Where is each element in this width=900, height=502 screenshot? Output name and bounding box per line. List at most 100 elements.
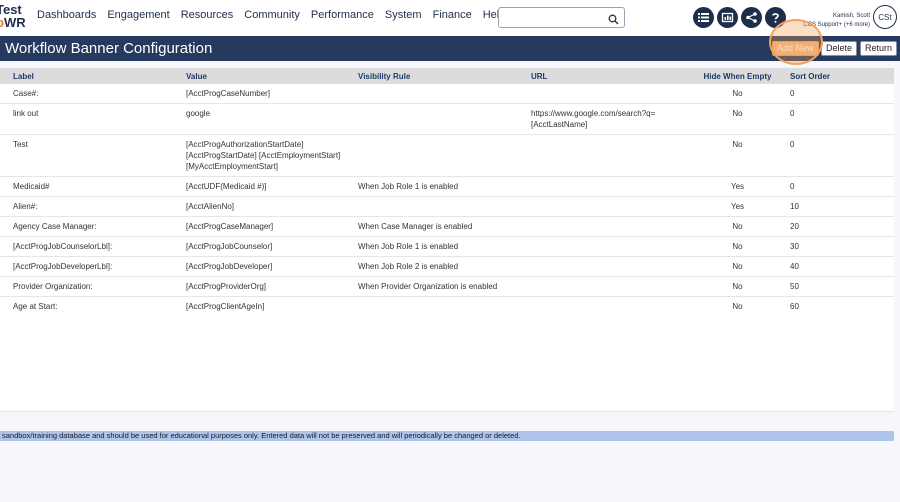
column-header-value[interactable]: Value: [173, 68, 345, 84]
table-row[interactable]: Provider Organization: [AcctProgProviderO…: [0, 276, 894, 297]
cell-visibility-rule: When Job Role 2 is enabled: [345, 256, 518, 277]
column-header-url[interactable]: URL: [518, 68, 690, 84]
nav-item-system[interactable]: System: [385, 9, 422, 21]
cell-line: [AcctProgCaseNumber]: [186, 89, 271, 98]
cell-url: [518, 256, 690, 277]
cell-label: Medicaid#: [0, 176, 173, 197]
cell-visibility-rule: [345, 296, 518, 317]
cell-sort-order: 0: [785, 134, 894, 177]
cell-url: [518, 134, 690, 177]
cell-sort-order: 0: [785, 84, 894, 104]
return-button[interactable]: Return: [860, 41, 898, 56]
cell-line: [AcctProgStartDate] [AcctEmploymentStart…: [186, 151, 341, 160]
cell-line: [AcctUDF(Medicaid #)]: [186, 182, 267, 191]
add-new-button[interactable]: Add New: [772, 41, 819, 56]
help-icon[interactable]: [765, 7, 786, 28]
cell-hide-when-empty: No: [690, 216, 785, 237]
search-input[interactable]: [503, 9, 603, 28]
column-header-hide-when-empty[interactable]: Hide When Empty: [690, 68, 785, 84]
nav-item-performance[interactable]: Performance: [311, 9, 374, 21]
app-logo[interactable]: Test oWR: [0, 3, 26, 29]
cell-hide-when-empty: No: [690, 84, 785, 104]
top-navigation-bar: Test oWR Dashboards Engagement Resources Co…: [0, 0, 900, 36]
cell-label: [AcctProgJobCounselorLbl]:: [0, 236, 173, 257]
table-row[interactable]: Agency Case Manager: [AcctProgCaseManager…: [0, 216, 894, 237]
cell-line: [AcctProgJobCounselor]: [186, 242, 273, 251]
main-menu: Dashboards Engagement Resources Community Pe…: [37, 9, 516, 21]
nav-item-finance[interactable]: Finance: [433, 9, 472, 21]
search-icon[interactable]: [608, 12, 619, 30]
cell-value: [AcctProgCaseNumber]: [173, 84, 345, 104]
cell-sort-order: 0: [785, 176, 894, 197]
nav-item-dashboards[interactable]: Dashboards: [37, 9, 96, 21]
cell-sort-order: 50: [785, 276, 894, 297]
column-header-visibility-rule[interactable]: Visibility Rule: [345, 68, 518, 84]
cell-value: [AcctProgJobCounselor]: [173, 236, 345, 257]
table-row[interactable]: [AcctProgJobCounselorLbl]: [AcctProgJobCo…: [0, 236, 894, 257]
dashboard-icon[interactable]: [717, 7, 738, 28]
table-row[interactable]: Test [AcctProgAuthorizationStartDate] [Acc…: [0, 134, 894, 177]
cell-url: [518, 196, 690, 217]
table-row[interactable]: Age at Start: [AcctProgClientAgeIn] No 60: [0, 296, 894, 317]
nav-item-engagement[interactable]: Engagement: [107, 9, 169, 21]
table-header-row: Label Value Visibility Rule URL Hide Whe…: [0, 68, 894, 84]
cell-line: [AcctAlienNo]: [186, 202, 235, 211]
table-row[interactable]: link out google https://www.google.com/sea…: [0, 103, 894, 135]
cell-label: Provider Organization:: [0, 276, 173, 297]
cell-url: [518, 236, 690, 257]
cell-label: [AcctProgJobDeveloperLbl]:: [0, 256, 173, 277]
table-row[interactable]: [AcctProgJobDeveloperLbl]: [AcctProgJobDe…: [0, 256, 894, 277]
column-header-sort-order[interactable]: Sort Order: [785, 68, 894, 84]
cell-line: [AcctProgAuthorizationStartDate]: [186, 140, 304, 149]
cell-visibility-rule: When Job Role 1 is enabled: [345, 176, 518, 197]
cell-sort-order: 30: [785, 236, 894, 257]
cell-value: [AcctAlienNo]: [173, 196, 345, 217]
cell-visibility-rule: [345, 103, 518, 135]
cell-url: [518, 216, 690, 237]
cell-visibility-rule: When Provider Organization is enabled: [345, 276, 518, 297]
cell-line: [AcctProgClientAgeIn]: [186, 302, 265, 311]
table-row[interactable]: Medicaid# [AcctUDF(Medicaid #)] When Job R…: [0, 176, 894, 197]
cell-value: [AcctProgProviderOrg]: [173, 276, 345, 297]
cell-url: [518, 176, 690, 197]
logo-line-2: oWR: [0, 15, 26, 30]
delete-button[interactable]: Delete: [821, 41, 858, 56]
cell-hide-when-empty: No: [690, 296, 785, 317]
list-icon[interactable]: [693, 7, 714, 28]
cell-url: [518, 296, 690, 317]
user-info[interactable]: Kamish, Scott CCS Support+ (+6 more): [803, 12, 870, 30]
cell-value: [AcctProgJobDeveloper]: [173, 256, 345, 277]
cell-line: [MyAcctEmploymentStart]: [186, 162, 279, 171]
cell-sort-order: 20: [785, 216, 894, 237]
page-header: Workflow Banner Configuration Add New De…: [0, 36, 900, 61]
cell-label: Test: [0, 134, 173, 177]
nav-item-resources[interactable]: Resources: [181, 9, 234, 21]
avatar[interactable]: CSt: [873, 5, 897, 29]
table-row[interactable]: Alien#: [AcctAlienNo] Yes 10: [0, 196, 894, 217]
cell-value: [AcctProgClientAgeIn]: [173, 296, 345, 317]
share-icon[interactable]: [741, 7, 762, 28]
cell-url: [518, 84, 690, 104]
nav-item-community[interactable]: Community: [244, 9, 300, 21]
cell-sort-order: 60: [785, 296, 894, 317]
cell-label: Age at Start:: [0, 296, 173, 317]
table-row[interactable]: Case#: [AcctProgCaseNumber] No 0: [0, 84, 894, 104]
cell-value: [AcctProgCaseManager]: [173, 216, 345, 237]
page-title: Workflow Banner Configuration: [5, 40, 213, 57]
cell-line: google: [186, 109, 211, 118]
cell-label: link out: [0, 103, 173, 135]
cell-sort-order: 10: [785, 196, 894, 217]
cell-hide-when-empty: Yes: [690, 196, 785, 217]
cell-line: [AcctProgJobDeveloper]: [186, 262, 273, 271]
sandbox-notice: sandbox/training database and should be …: [0, 431, 894, 441]
table-empty-area: [0, 316, 894, 412]
cell-visibility-rule: [345, 134, 518, 177]
cell-visibility-rule: [345, 84, 518, 104]
cell-value: [AcctProgAuthorizationStartDate] [AcctPro…: [173, 134, 345, 177]
cell-label: Agency Case Manager:: [0, 216, 173, 237]
banner-config-table-container: Label Value Visibility Rule URL Hide Whe…: [0, 68, 894, 357]
cell-sort-order: 0: [785, 103, 894, 135]
column-header-label[interactable]: Label: [0, 68, 173, 84]
cell-label: Alien#:: [0, 196, 173, 217]
cell-line: [AcctProgCaseManager]: [186, 222, 274, 231]
